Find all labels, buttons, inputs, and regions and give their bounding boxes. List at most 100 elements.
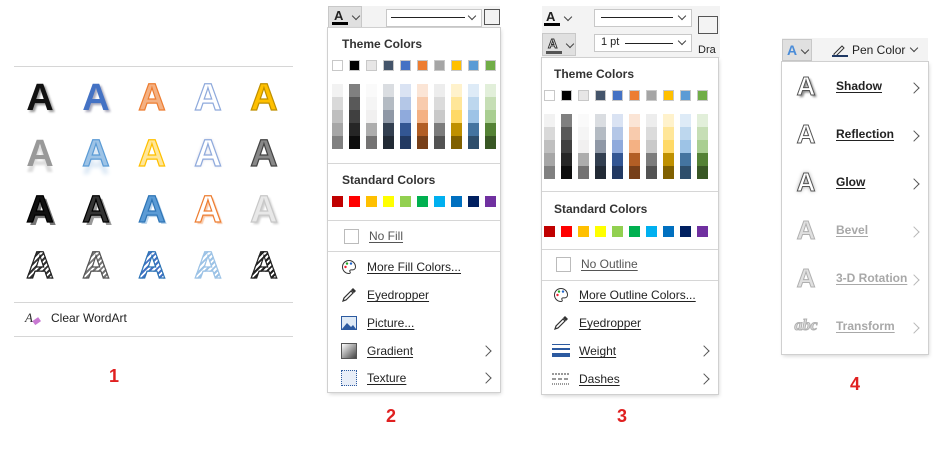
texture-item[interactable]: Texture [340, 365, 406, 391]
theme-color-shade-swatch[interactable] [434, 97, 445, 110]
theme-color-shade-swatch[interactable] [561, 127, 572, 140]
theme-color-shade-swatch[interactable] [680, 140, 691, 153]
theme-color-shade-swatch[interactable] [417, 84, 428, 97]
text-fill-small[interactable]: A [542, 8, 576, 28]
theme-color-shade-swatch[interactable] [485, 123, 496, 136]
theme-color-shade-swatch[interactable] [485, 110, 496, 123]
theme-color-swatch[interactable] [349, 60, 360, 71]
eyedropper-item[interactable]: Eyedropper [552, 310, 641, 336]
theme-color-swatch[interactable] [417, 60, 428, 71]
standard-color-swatch[interactable] [485, 196, 496, 207]
theme-color-shade-swatch[interactable] [646, 140, 657, 153]
theme-color-shade-swatch[interactable] [468, 110, 479, 123]
standard-color-swatch[interactable] [646, 226, 657, 237]
theme-color-shade-swatch[interactable] [612, 127, 623, 140]
theme-color-shade-swatch[interactable] [544, 140, 555, 153]
effect-3d-rotation-item[interactable]: A 3-D Rotation [786, 254, 907, 302]
theme-color-swatch[interactable] [629, 90, 640, 101]
theme-color-shade-swatch[interactable] [349, 136, 360, 149]
theme-color-shade-swatch[interactable] [434, 110, 445, 123]
theme-color-shade-swatch[interactable] [400, 97, 411, 110]
theme-color-shade-swatch[interactable] [680, 166, 691, 179]
theme-color-shade-swatch[interactable] [561, 140, 572, 153]
weight-dropdown[interactable]: 1 pt [594, 34, 692, 52]
theme-color-shade-swatch[interactable] [595, 153, 606, 166]
standard-color-swatch[interactable] [366, 196, 377, 207]
theme-color-shade-swatch[interactable] [663, 140, 674, 153]
effect-shadow-item[interactable]: A Shadow [786, 62, 882, 110]
line-style-dropdown[interactable] [594, 9, 692, 27]
no-outline-option[interactable]: No Outline [554, 251, 638, 277]
theme-color-shade-swatch[interactable] [544, 166, 555, 179]
wordart-style-14[interactable]: A [186, 188, 230, 232]
theme-color-swatch[interactable] [697, 90, 708, 101]
standard-color-swatch[interactable] [468, 196, 479, 207]
standard-color-swatch[interactable] [697, 226, 708, 237]
wordart-style-10[interactable]: A [242, 132, 286, 176]
theme-color-shade-swatch[interactable] [646, 114, 657, 127]
theme-color-swatch[interactable] [468, 60, 479, 71]
standard-color-swatch[interactable] [612, 226, 623, 237]
theme-color-shade-swatch[interactable] [349, 97, 360, 110]
theme-color-shade-swatch[interactable] [366, 136, 377, 149]
theme-color-shade-swatch[interactable] [629, 153, 640, 166]
theme-color-shade-swatch[interactable] [629, 114, 640, 127]
theme-color-shade-swatch[interactable] [561, 114, 572, 127]
wordart-style-5[interactable]: A [242, 76, 286, 120]
gradient-item[interactable]: Gradient [340, 338, 413, 364]
more-fill-colors-item[interactable]: More Fill Colors... [340, 254, 461, 280]
theme-color-shade-swatch[interactable] [349, 123, 360, 136]
standard-color-swatch[interactable] [629, 226, 640, 237]
theme-color-swatch[interactable] [383, 60, 394, 71]
theme-color-shade-swatch[interactable] [612, 140, 623, 153]
theme-color-shade-swatch[interactable] [400, 84, 411, 97]
theme-color-shade-swatch[interactable] [451, 123, 462, 136]
theme-color-shade-swatch[interactable] [595, 127, 606, 140]
theme-color-swatch[interactable] [332, 60, 343, 71]
theme-color-shade-swatch[interactable] [663, 114, 674, 127]
theme-color-shade-swatch[interactable] [663, 127, 674, 140]
theme-color-shade-swatch[interactable] [332, 97, 343, 110]
standard-color-swatch[interactable] [451, 196, 462, 207]
theme-color-swatch[interactable] [578, 90, 589, 101]
theme-color-swatch[interactable] [663, 90, 674, 101]
more-outline-colors-item[interactable]: More Outline Colors... [552, 282, 696, 308]
standard-color-swatch[interactable] [578, 226, 589, 237]
effect-transform-item[interactable]: abc Transform [786, 302, 895, 350]
theme-color-shade-swatch[interactable] [332, 84, 343, 97]
theme-color-shade-swatch[interactable] [697, 127, 708, 140]
clear-wordart-button[interactable]: A Clear WordArt [24, 305, 127, 331]
theme-color-shade-swatch[interactable] [663, 153, 674, 166]
wordart-style-16[interactable]: A [18, 244, 62, 288]
theme-color-shade-swatch[interactable] [383, 136, 394, 149]
text-effects-button[interactable]: A [782, 39, 812, 61]
theme-color-shade-swatch[interactable] [417, 123, 428, 136]
theme-color-shade-swatch[interactable] [468, 97, 479, 110]
dashes-item[interactable]: Dashes [552, 366, 620, 392]
theme-color-shade-swatch[interactable] [383, 97, 394, 110]
theme-color-shade-swatch[interactable] [451, 84, 462, 97]
theme-color-swatch[interactable] [595, 90, 606, 101]
standard-color-swatch[interactable] [349, 196, 360, 207]
wordart-style-20[interactable]: A [242, 244, 286, 288]
standard-color-swatch[interactable] [680, 226, 691, 237]
wordart-style-9[interactable]: A [186, 132, 230, 176]
theme-color-shade-swatch[interactable] [578, 166, 589, 179]
theme-color-shade-swatch[interactable] [366, 97, 377, 110]
no-fill-option[interactable]: No Fill [342, 223, 403, 249]
theme-color-swatch[interactable] [451, 60, 462, 71]
theme-color-shade-swatch[interactable] [578, 153, 589, 166]
theme-color-shade-swatch[interactable] [485, 136, 496, 149]
wordart-style-11[interactable]: A [18, 188, 62, 232]
theme-color-shade-swatch[interactable] [417, 97, 428, 110]
theme-color-shade-swatch[interactable] [697, 153, 708, 166]
effect-reflection-item[interactable]: A Reflection [786, 110, 894, 158]
effect-glow-item[interactable]: A Glow [786, 158, 865, 206]
theme-color-shade-swatch[interactable] [485, 84, 496, 97]
theme-color-shade-swatch[interactable] [366, 84, 377, 97]
theme-color-shade-swatch[interactable] [332, 136, 343, 149]
theme-color-shade-swatch[interactable] [349, 110, 360, 123]
theme-color-shade-swatch[interactable] [468, 84, 479, 97]
theme-color-shade-swatch[interactable] [451, 110, 462, 123]
draw-table-icon[interactable] [698, 16, 718, 34]
